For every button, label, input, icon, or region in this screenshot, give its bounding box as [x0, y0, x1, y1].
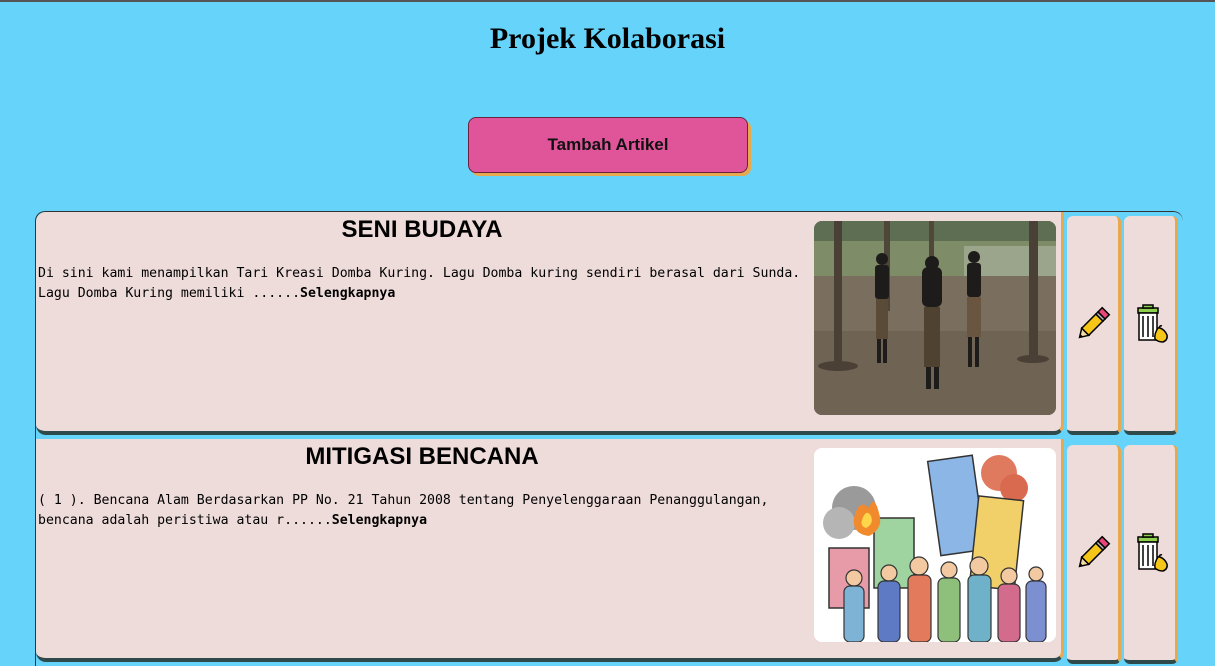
add-article-button[interactable]: Tambah Artikel: [468, 117, 748, 173]
article-image: [814, 448, 1056, 642]
edit-button[interactable]: [1067, 445, 1121, 664]
article-summary: Di sini kami menampilkan Tari Kreasi Dom…: [38, 264, 808, 304]
article-card: MITIGASI BENCANA ( 1 ). Bencana Alam Ber…: [36, 439, 1064, 662]
article-row: MITIGASI BENCANA ( 1 ). Bencana Alam Ber…: [36, 439, 1183, 666]
edit-button[interactable]: [1067, 216, 1121, 435]
delete-button[interactable]: [1124, 445, 1178, 664]
dance-photo: [814, 221, 1056, 415]
trash-icon: [1136, 532, 1168, 572]
delete-button[interactable]: [1124, 216, 1178, 435]
article-card: SENI BUDAYA Di sini kami menampilkan Tar…: [36, 212, 1064, 435]
page-title: Projek Kolaborasi: [489, 22, 726, 55]
article-title: MITIGASI BENCANA: [305, 443, 539, 470]
article-list: SENI BUDAYA Di sini kami menampilkan Tar…: [35, 211, 1183, 666]
disaster-illustration: [814, 448, 1056, 642]
article-image: [814, 221, 1056, 415]
trash-icon: [1136, 303, 1168, 343]
article-row: SENI BUDAYA Di sini kami menampilkan Tar…: [36, 212, 1183, 439]
article-title: SENI BUDAYA: [341, 216, 503, 243]
pencil-icon: [1078, 306, 1110, 338]
article-summary-text: Di sini kami menampilkan Tari Kreasi Dom…: [38, 266, 801, 301]
read-more-link[interactable]: Selengkapnya: [300, 286, 395, 301]
pencil-icon: [1078, 535, 1110, 567]
read-more-link[interactable]: Selengkapnya: [332, 513, 427, 528]
article-summary: ( 1 ). Bencana Alam Berdasarkan PP No. 2…: [38, 491, 808, 531]
